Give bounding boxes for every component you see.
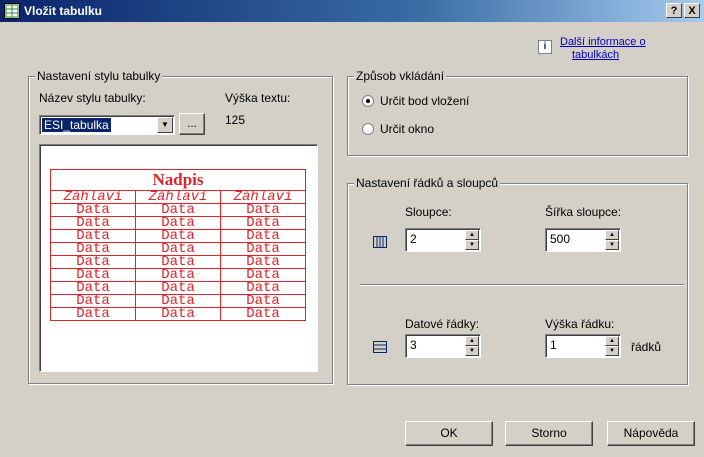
more-info-link-line1[interactable]: Další informace o [560,36,646,49]
spin-up-icon[interactable]: ▲ [605,336,619,346]
row-height-unit: řádků [631,340,662,354]
column-width-spinner[interactable]: 500 ▲ ▼ [545,228,621,252]
text-height-label: Výška textu: [225,91,291,105]
more-info-link[interactable]: Další informace o tabulkách [560,36,646,62]
column-width-label: Šířka sloupce: [545,205,622,219]
column-width-value[interactable]: 500 [550,232,570,246]
columns-spinner[interactable]: 2 ▲ ▼ [405,228,481,252]
insertion-point-label[interactable]: Určit bod vložení [380,94,469,108]
columns-icon [373,236,387,248]
spin-down-icon[interactable]: ▼ [605,346,619,356]
more-info-link-line2[interactable]: tabulkách [560,49,646,62]
rows-icon [373,341,387,353]
title-bar: Vložit tabulku ? X [0,0,704,22]
radio-window[interactable] [362,123,374,135]
style-name-value: ESI_tabulka [42,118,111,132]
divider [360,284,684,286]
row-height-value[interactable]: 1 [550,338,557,352]
data-rows-spinner[interactable]: 3 ▲ ▼ [405,334,481,358]
radio-insertion-point[interactable] [362,95,374,107]
preview-cell: Data [220,307,306,321]
table-style-group: Nastavení stylu tabulky Název stylu tabu… [28,69,333,384]
cancel-button[interactable]: Storno [505,421,593,446]
columns-label: Sloupce: [405,205,452,219]
spin-up-icon[interactable]: ▲ [465,336,479,346]
help-button[interactable]: Nápověda [607,421,695,446]
data-rows-value[interactable]: 3 [410,338,417,352]
rows-columns-legend: Nastavení řádků a sloupců [354,176,501,190]
spin-down-icon[interactable]: ▼ [465,240,479,250]
browse-style-button[interactable]: ... [179,113,205,135]
table-style-legend: Nastavení stylu tabulky [35,69,163,83]
text-height-value: 125 [225,113,246,127]
spin-down-icon[interactable]: ▼ [465,346,479,356]
spin-up-icon[interactable]: ▲ [465,230,479,240]
close-button[interactable]: X [684,3,700,18]
ok-button[interactable]: OK [405,421,493,446]
app-icon [4,3,20,19]
spin-down-icon[interactable]: ▼ [605,240,619,250]
spin-up-icon[interactable]: ▲ [605,230,619,240]
preview-title: Nadpis [50,169,306,191]
row-height-spinner[interactable]: 1 ▲ ▼ [545,334,621,358]
preview-table: Nadpis Záhlaví Záhlaví Záhlaví Data Data D… [50,169,306,321]
window-label[interactable]: Určit okno [380,122,434,136]
insert-method-legend: Způsob vkládání [354,69,447,83]
preview-cell: Data [135,307,221,321]
data-rows-label: Datové řádky: [405,317,480,331]
table-preview: Nadpis Záhlaví Záhlaví Záhlaví Data Data D… [39,144,318,372]
preview-cell: Data [50,307,136,321]
style-name-dropdown[interactable]: ESI_tabulka ▼ [39,115,175,135]
row-height-label: Výška řádku: [545,317,615,331]
help-caption-button[interactable]: ? [666,3,682,18]
columns-value[interactable]: 2 [410,232,417,246]
window-title: Vložit tabulku [24,4,102,18]
insert-method-group: Způsob vkládání Určit bod vložení Určit … [347,69,688,156]
style-name-label: Název stylu tabulky: [39,91,146,105]
rows-columns-group: Nastavení řádků a sloupců Sloupce: Šířka… [347,176,688,385]
info-icon: i [538,40,552,54]
chevron-down-icon[interactable]: ▼ [157,117,173,133]
